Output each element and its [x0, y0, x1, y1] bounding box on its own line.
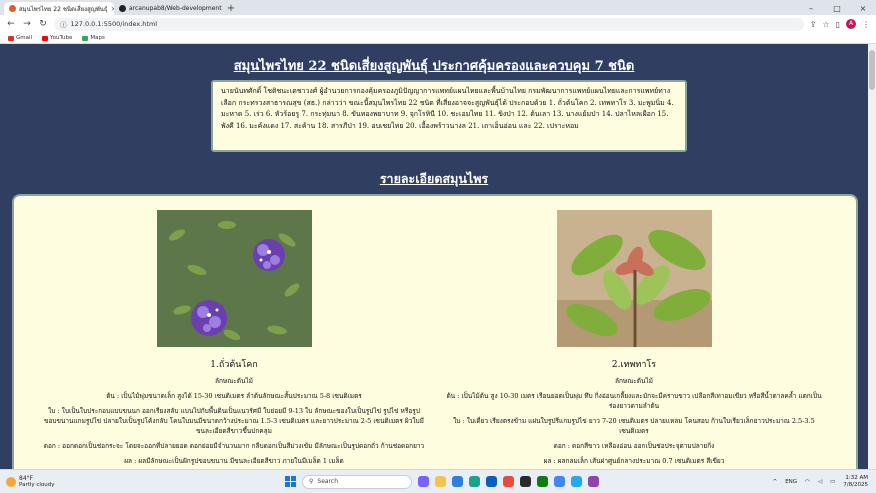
- wifi-icon[interactable]: ◠: [805, 479, 810, 485]
- youtube-icon: [42, 35, 49, 41]
- bookmark-maps[interactable]: Maps: [82, 35, 105, 41]
- system-tray: ^ ENG ◠ ◁ ▭ 1:32 AM 7/8/2025: [773, 475, 876, 489]
- url-text: 127.0.0.1:5500/index.html: [70, 20, 158, 28]
- tab-label: arcanupab8/Web-development: [129, 5, 222, 12]
- scrollbar-thumb[interactable]: [869, 50, 875, 90]
- herb-type: ลักษณะต้นไม้: [615, 377, 653, 385]
- page-scrollbar[interactable]: [868, 44, 876, 469]
- browser-tab-strip: สมุนไพรไทย 22 ชนิดเสี่ยงสูญพันธุ์ × arca…: [0, 0, 876, 15]
- battery-icon[interactable]: ▭: [830, 479, 835, 485]
- gmail-icon: [8, 35, 14, 41]
- search-icon: ⚲: [309, 478, 314, 485]
- back-icon[interactable]: ←: [6, 19, 16, 29]
- partly-cloudy-icon: [6, 476, 16, 487]
- herb-flower: ดอก : ดอกสีขาว เหลืองอ่อน ออกเป็นช่อประจ…: [553, 442, 715, 450]
- clock-time: 1:32 AM: [845, 474, 868, 481]
- clock[interactable]: 1:32 AM 7/8/2025: [843, 475, 868, 489]
- browser-tab-active[interactable]: สมุนไพรไทย 22 ชนิดเสี่ยงสูญพันธุ์ ×: [4, 2, 114, 15]
- windows-start-icon[interactable]: [285, 476, 296, 487]
- herb-leaf: ใบ : ใบเป็นใบประกอบแบบขนนก ออกเรียงสลับ …: [44, 407, 424, 435]
- browser-toolbar: ← → ↻ ⓘ 127.0.0.1:5500/index.html ⇪ ☆ ▯ …: [0, 15, 876, 33]
- menu-icon[interactable]: ⋮: [862, 20, 870, 29]
- app-icon[interactable]: [418, 476, 429, 487]
- windows-taskbar: 84°F Partly cloudy ⚲ Search ^ ENG ◠ ◁ ▭ …: [0, 469, 876, 493]
- intro-box: นายนันทศักดิ์ โชติชนะเดชาวงศ์ ผู้อำนวยกา…: [211, 80, 687, 152]
- herb-type: ลักษณะต้นไม้: [215, 377, 253, 385]
- file-explorer-icon[interactable]: [435, 476, 446, 487]
- section-title: รายละเอียดสมุนไพร: [379, 171, 489, 186]
- volume-icon[interactable]: ◁: [818, 479, 822, 485]
- bookmark-star-icon[interactable]: ☆: [822, 20, 829, 29]
- share-icon[interactable]: ⇪: [810, 20, 817, 29]
- intro-text: นายนันทศักดิ์ โชติชนะเดชาวงศ์ ผู้อำนวยกา…: [221, 87, 674, 130]
- github-icon: [119, 5, 126, 12]
- app-icon[interactable]: [503, 476, 514, 487]
- reload-icon[interactable]: ↻: [38, 19, 48, 29]
- herb-fruit: ผล : ผลกลมเล็ก เส้นผ่าศูนย์กลางประมาณ 0.…: [543, 457, 725, 465]
- browser-tab-github[interactable]: arcanupab8/Web-development ×: [114, 2, 224, 15]
- search-placeholder: Search: [317, 478, 339, 485]
- address-bar[interactable]: ⓘ 127.0.0.1:5500/index.html: [54, 17, 804, 31]
- herb-name: 1.ถั่วต้นโคก: [210, 360, 258, 370]
- vscode-icon[interactable]: [571, 476, 582, 487]
- close-window-icon[interactable]: ×: [850, 2, 876, 15]
- herb-details-panel: 1.ถั่วต้นโคก ลักษณะต้นไม้ ต้น : เป็นไม้พ…: [12, 194, 858, 469]
- herb-leaf: ใบ : ใบเดี่ยว เรียงตรงข้าม แผ่นใบรูปรีแก…: [453, 417, 815, 435]
- herb-photo-thua-ton-khok: [156, 210, 312, 347]
- edge-icon[interactable]: [469, 476, 480, 487]
- herb-flower: ดอก : ออกดอกเป็นช่อกระจะ โดยจะออกที่ปลาย…: [43, 442, 425, 450]
- mail-icon[interactable]: [452, 476, 463, 487]
- side-panel-icon[interactable]: ▯: [836, 20, 840, 29]
- new-tab-button[interactable]: +: [224, 2, 238, 15]
- weather-widget[interactable]: 84°F Partly cloudy: [0, 475, 140, 488]
- herb-stem: ต้น : เป็นไม้ต้น สูง 10-30 เมตร เรือนยอด…: [446, 392, 822, 410]
- minimize-icon[interactable]: –: [798, 2, 824, 15]
- bookmark-youtube[interactable]: YouTube: [42, 35, 72, 41]
- taskbar-apps: ⚲ Search: [285, 474, 599, 489]
- taskbar-search[interactable]: ⚲ Search: [302, 474, 412, 489]
- page-title: สมุนไพรไทย 22 ชนิดเสี่ยงสูญพันธุ์ ประกาศ…: [233, 59, 635, 74]
- language-indicator[interactable]: ENG: [785, 479, 797, 485]
- store-icon[interactable]: [486, 476, 497, 487]
- maps-icon: [82, 35, 89, 41]
- app-icon[interactable]: [520, 476, 531, 487]
- weather-desc: Partly cloudy: [19, 481, 55, 488]
- herb-name: 2.เทพทาโร: [611, 360, 657, 370]
- herb-fruit: ผล : ผลมีลักษณะเป็นฝักรูปขอบขนาน มีขนละเ…: [124, 457, 344, 465]
- chevron-up-icon[interactable]: ^: [773, 479, 778, 485]
- herb-card: 2.เทพทาโร ลักษณะต้นไม้ ต้น : เป็นไม้ต้น …: [434, 210, 834, 466]
- window-controls: – □ ×: [798, 2, 876, 15]
- page-favicon-icon: [9, 5, 16, 12]
- tab-label: สมุนไพรไทย 22 ชนิดเสี่ยงสูญพันธุ์: [19, 5, 108, 13]
- app-icon[interactable]: [588, 476, 599, 487]
- forward-icon[interactable]: →: [22, 19, 32, 29]
- herb-photo-thep-tharo: [556, 210, 712, 347]
- herb-card: 1.ถั่วต้นโคก ลักษณะต้นไม้ ต้น : เป็นไม้พ…: [34, 210, 434, 466]
- page-viewport: สมุนไพรไทย 22 ชนิดเสี่ยงสูญพันธุ์ ประกาศ…: [0, 44, 876, 469]
- herb-stem: ต้น : เป็นไม้พุ่มขนาดเล็ก สูงได้ 15-30 เ…: [106, 392, 362, 400]
- bookmarks-bar: Gmail YouTube Maps: [0, 33, 876, 44]
- clock-date: 7/8/2025: [843, 481, 868, 488]
- chrome-icon[interactable]: [554, 476, 565, 487]
- maximize-icon[interactable]: □: [824, 2, 850, 15]
- profile-avatar[interactable]: A: [846, 19, 856, 29]
- info-icon[interactable]: ⓘ: [60, 19, 67, 29]
- xbox-icon[interactable]: [537, 476, 548, 487]
- bookmark-gmail[interactable]: Gmail: [8, 35, 32, 41]
